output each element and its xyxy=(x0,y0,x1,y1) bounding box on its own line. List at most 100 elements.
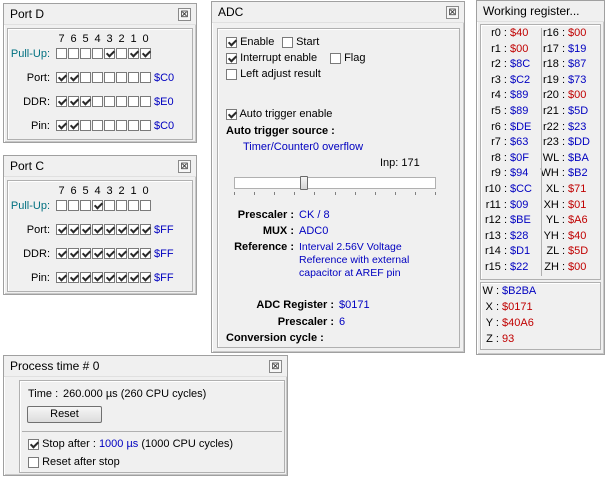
register-value[interactable]: $0F xyxy=(510,152,529,164)
pin-bit-7-checkbox[interactable] xyxy=(56,272,67,283)
pin-bit-5-checkbox[interactable] xyxy=(80,120,91,131)
pin-bit-6-checkbox[interactable] xyxy=(68,272,79,283)
stop-after-checkbox[interactable]: Stop after : 1000 µs (1000 CPU cycles) xyxy=(28,438,233,450)
port-bit-6-checkbox[interactable] xyxy=(68,72,79,83)
port-bit-3-checkbox[interactable] xyxy=(104,224,115,235)
pullup-bit-6-checkbox[interactable] xyxy=(68,48,79,59)
ddr-bit-0-checkbox[interactable] xyxy=(140,248,151,259)
pullup-bit-0-checkbox[interactable] xyxy=(140,200,151,211)
input-slider[interactable] xyxy=(234,175,436,197)
pin-bit-3-checkbox[interactable] xyxy=(104,120,115,131)
start-check[interactable] xyxy=(282,36,293,48)
port-bit-0-checkbox[interactable] xyxy=(140,72,151,83)
port-bit-2-checkbox[interactable] xyxy=(116,72,127,83)
register-value[interactable]: $00 xyxy=(568,89,586,101)
register-value[interactable]: $23 xyxy=(568,121,586,133)
pullup-bit-1-checkbox[interactable] xyxy=(128,200,139,211)
pullup-bit-6-checkbox[interactable] xyxy=(68,200,79,211)
ddr-bit-2-checkbox[interactable] xyxy=(116,96,127,107)
pin-bit-2-checkbox[interactable] xyxy=(116,272,127,283)
register-value[interactable]: $19 xyxy=(568,43,586,55)
port-bit-4-checkbox[interactable] xyxy=(92,72,103,83)
pullup-bit-7-checkbox[interactable] xyxy=(56,200,67,211)
register-value[interactable]: $89 xyxy=(510,105,528,117)
port-bit-5-checkbox[interactable] xyxy=(80,72,91,83)
register-value[interactable]: $A6 xyxy=(568,214,588,226)
ddr-bit-0-checkbox[interactable] xyxy=(140,96,151,107)
register-value[interactable]: $63 xyxy=(510,136,528,148)
ddr-bit-5-checkbox[interactable] xyxy=(80,96,91,107)
pullup-bit-1-checkbox[interactable] xyxy=(128,48,139,59)
registers-titlebar[interactable]: Working register... xyxy=(477,1,604,22)
start-checkbox[interactable]: Start xyxy=(282,36,319,48)
register-value[interactable]: $00 xyxy=(568,261,586,273)
register-value[interactable]: $DE xyxy=(510,121,531,133)
ddr-bit-7-checkbox[interactable] xyxy=(56,96,67,107)
register-value[interactable]: $0171 xyxy=(502,301,533,313)
ddr-bit-6-checkbox[interactable] xyxy=(68,248,79,259)
auto-trigger-checkbox[interactable]: Auto trigger enable xyxy=(226,108,332,120)
port-bit-3-checkbox[interactable] xyxy=(104,72,115,83)
close-icon[interactable]: ⊠ xyxy=(446,6,459,19)
register-value[interactable]: $89 xyxy=(510,89,528,101)
left-adjust-checkbox[interactable]: Left adjust result xyxy=(226,68,321,80)
slider-thumb[interactable] xyxy=(300,176,308,190)
pin-bit-1-checkbox[interactable] xyxy=(128,272,139,283)
port-bit-7-checkbox[interactable] xyxy=(56,224,67,235)
pullup-bit-4-checkbox[interactable] xyxy=(92,200,103,211)
flag-checkbox[interactable]: Flag xyxy=(330,52,365,64)
register-value[interactable]: $09 xyxy=(510,199,528,211)
port-bit-6-checkbox[interactable] xyxy=(68,224,79,235)
register-value[interactable]: $DD xyxy=(568,136,590,148)
register-value[interactable]: $73 xyxy=(568,74,586,86)
ddr-bit-7-checkbox[interactable] xyxy=(56,248,67,259)
register-value[interactable]: 93 xyxy=(502,333,514,345)
register-value[interactable]: $40 xyxy=(510,27,528,39)
register-value[interactable]: $8C xyxy=(510,58,530,70)
register-value[interactable]: $94 xyxy=(510,167,528,179)
enable-checkbox[interactable]: Enable xyxy=(226,36,274,48)
close-icon[interactable]: ⊠ xyxy=(178,8,191,21)
interrupt-check[interactable] xyxy=(226,52,237,64)
register-value[interactable]: $00 xyxy=(510,43,528,55)
register-value[interactable]: $87 xyxy=(568,58,586,70)
pin-bit-0-checkbox[interactable] xyxy=(140,120,151,131)
pin-bit-1-checkbox[interactable] xyxy=(128,120,139,131)
register-value[interactable]: $28 xyxy=(510,230,528,242)
pullup-bit-2-checkbox[interactable] xyxy=(116,200,127,211)
ddr-bit-1-checkbox[interactable] xyxy=(128,248,139,259)
port-bit-7-checkbox[interactable] xyxy=(56,72,67,83)
pin-bit-7-checkbox[interactable] xyxy=(56,120,67,131)
close-icon[interactable]: ⊠ xyxy=(269,360,282,373)
register-value[interactable]: $C2 xyxy=(510,74,530,86)
ddr-bit-3-checkbox[interactable] xyxy=(104,96,115,107)
pullup-bit-3-checkbox[interactable] xyxy=(104,48,115,59)
interrupt-enable-checkbox[interactable]: Interrupt enable xyxy=(226,52,317,64)
ddr-bit-1-checkbox[interactable] xyxy=(128,96,139,107)
ddr-bit-2-checkbox[interactable] xyxy=(116,248,127,259)
pullup-bit-2-checkbox[interactable] xyxy=(116,48,127,59)
register-value[interactable]: $22 xyxy=(510,261,528,273)
adc-titlebar[interactable]: ADC ⊠ xyxy=(212,2,464,23)
stop-after-check[interactable] xyxy=(28,438,39,450)
ddr-bit-4-checkbox[interactable] xyxy=(92,248,103,259)
register-value[interactable]: $40A6 xyxy=(502,317,534,329)
register-value[interactable]: $71 xyxy=(568,183,586,195)
port-bit-1-checkbox[interactable] xyxy=(128,224,139,235)
pin-bit-3-checkbox[interactable] xyxy=(104,272,115,283)
close-icon[interactable]: ⊠ xyxy=(178,160,191,173)
ddr-bit-5-checkbox[interactable] xyxy=(80,248,91,259)
stop-after-value[interactable]: 1000 µs xyxy=(99,438,138,450)
port-bit-0-checkbox[interactable] xyxy=(140,224,151,235)
register-value[interactable]: $B2 xyxy=(568,167,588,179)
reset-button[interactable]: Reset xyxy=(27,406,102,423)
register-value[interactable]: $D1 xyxy=(510,245,530,257)
register-value[interactable]: $BA xyxy=(568,152,589,164)
pin-bit-4-checkbox[interactable] xyxy=(92,120,103,131)
pullup-bit-3-checkbox[interactable] xyxy=(104,200,115,211)
pin-bit-5-checkbox[interactable] xyxy=(80,272,91,283)
register-value[interactable]: $01 xyxy=(568,199,586,211)
register-value[interactable]: $BE xyxy=(510,214,531,226)
reset-after-stop-checkbox[interactable]: Reset after stop xyxy=(28,456,120,468)
pullup-bit-5-checkbox[interactable] xyxy=(80,48,91,59)
